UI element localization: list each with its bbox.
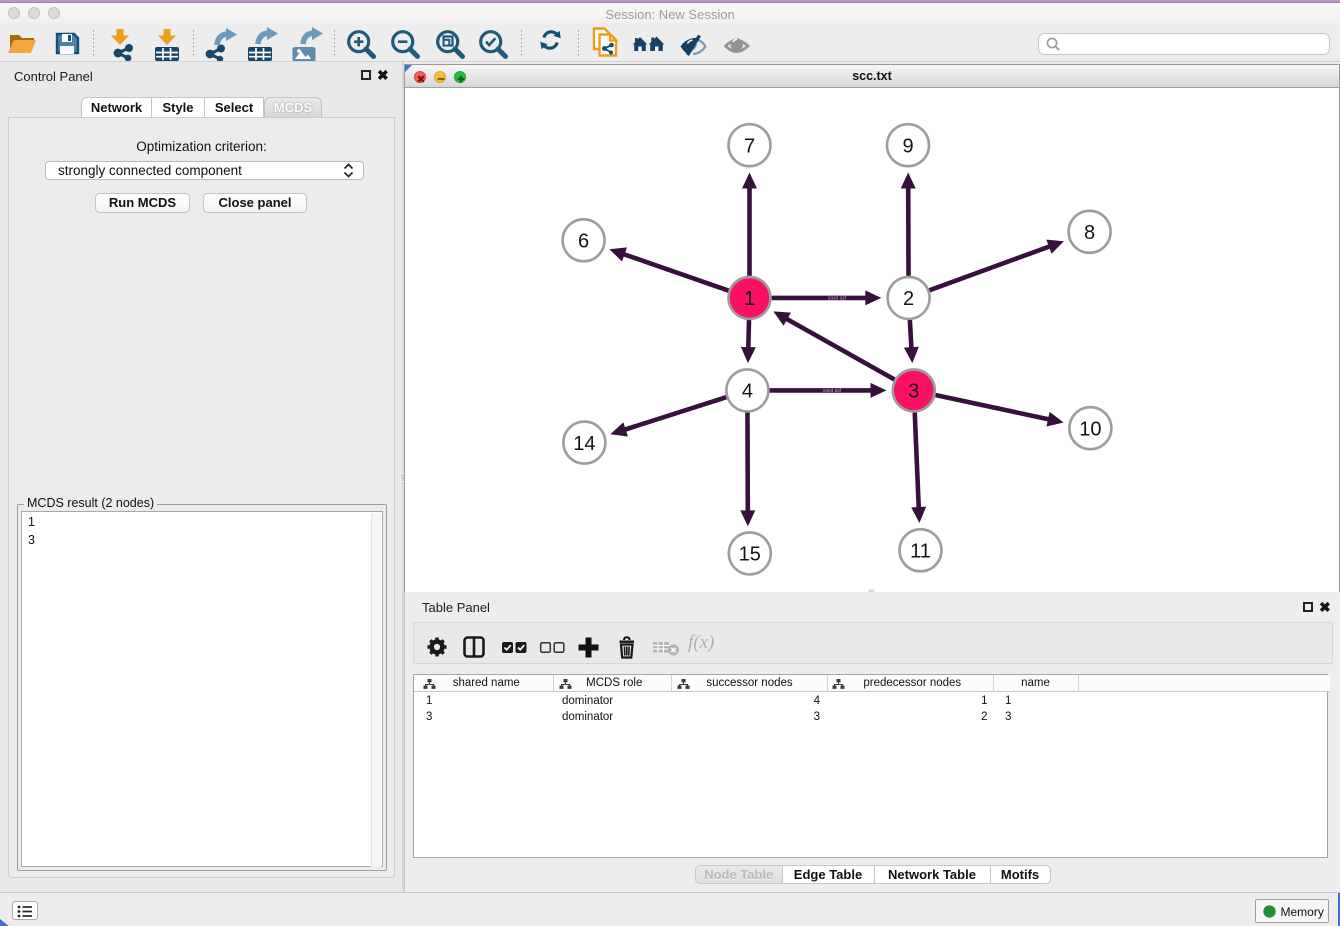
svg-text:2: 2 — [903, 288, 914, 310]
svg-text:sasd asf: sasd asf — [828, 296, 847, 302]
svg-text:7: 7 — [744, 135, 755, 157]
svg-text:8: 8 — [1084, 222, 1095, 244]
svg-text:9: 9 — [902, 135, 913, 157]
svg-text:10: 10 — [1079, 418, 1101, 440]
svg-text:4: 4 — [742, 381, 753, 403]
svg-text:sasd asf: sasd asf — [823, 388, 842, 394]
svg-text:1: 1 — [744, 288, 755, 310]
svg-text:6: 6 — [578, 231, 589, 253]
svg-text:14: 14 — [573, 433, 595, 455]
svg-text:3: 3 — [908, 381, 919, 403]
svg-text:11: 11 — [910, 541, 931, 563]
svg-text:15: 15 — [739, 544, 761, 566]
